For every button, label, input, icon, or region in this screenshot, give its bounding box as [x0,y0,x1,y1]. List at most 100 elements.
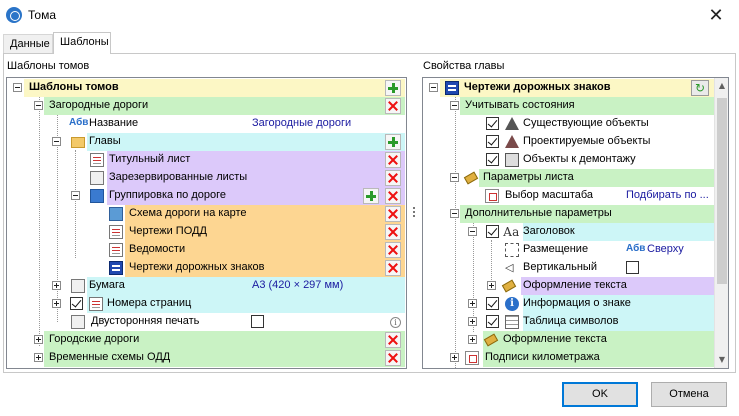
tag-icon [463,171,479,185]
expand-toggle[interactable] [487,281,496,290]
collapse-toggle[interactable] [450,101,459,110]
tree-row-sign-info[interactable]: i Информация о знаке [423,295,715,313]
delete-button[interactable] [385,188,401,204]
add-button[interactable] [363,188,379,204]
expand-toggle[interactable] [468,317,477,326]
property-value[interactable]: Загородные дороги [252,117,351,129]
delete-button[interactable] [385,98,401,114]
vertical-checkbox[interactable] [626,261,639,274]
dismantle-objects-checkbox[interactable] [486,153,499,166]
road-signs-icon [109,261,123,275]
tree-row-scale[interactable]: Выбор масштаба Подбирать по ... [423,187,715,205]
tree-row-zagorodnye[interactable]: Загородные дороги [7,97,406,115]
tree-row-title-sheet[interactable]: Титульный лист [7,151,406,169]
info-icon[interactable]: i [390,317,401,328]
projected-objects-checkbox[interactable] [486,135,499,148]
collapse-toggle[interactable] [468,227,477,236]
tree-label: Городские дороги [49,333,140,345]
tree-row-existing[interactable]: Существующие объекты [423,115,715,133]
tree-row-reserved-sheets[interactable]: Зарезервированные листы [7,169,406,187]
chapter-properties-tree[interactable]: Чертежи дорожных знаков ↻ Учитывать сост… [422,77,729,369]
delete-button[interactable] [385,152,401,168]
tree-label: Заголовок [523,225,575,237]
tree-row-root[interactable]: Шаблоны томов [7,79,406,97]
tree-row-temp-schemes[interactable]: Временные схемы ОДД [7,349,406,367]
vertical-scrollbar[interactable]: ▲ ▼ [714,78,728,368]
tree-row-sheet-params[interactable]: Параметры листа [423,169,715,187]
collapse-toggle[interactable] [429,83,438,92]
tree-row-extra-params[interactable]: Дополнительные параметры [423,205,715,223]
tree-row-consider-states[interactable]: Учитывать состояния [423,97,715,115]
tree-row-podd[interactable]: Чертежи ПОДД [7,223,406,241]
tree-row-name[interactable]: Абв Название Загородные дороги [7,115,406,133]
tree-label: Титульный лист [109,153,191,165]
add-button[interactable] [385,80,401,96]
delete-button[interactable] [385,260,401,276]
duplex-checkbox[interactable] [251,315,264,328]
tree-row-page-numbers[interactable]: Номера страниц [7,295,406,313]
sign-info-checkbox[interactable] [486,297,499,310]
delete-button[interactable] [385,170,401,186]
scroll-down-icon[interactable]: ▼ [717,353,727,367]
tree-row-heading[interactable]: Аа Заголовок [423,223,715,241]
close-button[interactable]: ✕ [693,0,739,31]
heading-checkbox[interactable] [486,225,499,238]
tree-row-paper[interactable]: Бумага А3 (420 × 297 мм) [7,277,406,295]
tree-row-chapters[interactable]: Главы [7,133,406,151]
delete-button[interactable] [385,332,401,348]
existing-objects-checkbox[interactable] [486,117,499,130]
collapse-toggle[interactable] [450,173,459,182]
collapse-toggle[interactable] [450,209,459,218]
tab-data[interactable]: Данные [3,34,53,54]
tree-row-city-roads[interactable]: Городские дороги [7,331,406,349]
tree-row-vertical[interactable]: ◁ Вертикальный [423,259,715,277]
expand-toggle[interactable] [450,353,459,362]
page-numbers-checkbox[interactable] [70,297,83,310]
collapse-toggle[interactable] [13,83,22,92]
cancel-button[interactable]: Отмена [651,382,727,407]
symbol-table-checkbox[interactable] [486,315,499,328]
collapse-toggle[interactable] [52,137,61,146]
tree-row-km-labels[interactable]: Подписи километража [423,349,715,367]
table-icon [505,315,519,329]
property-value[interactable]: Сверху [647,243,684,255]
tree-label: Оформление текста [523,279,627,291]
ok-button[interactable]: OK [562,382,638,407]
collapse-toggle[interactable] [71,191,80,200]
property-value[interactable]: Подбирать по ... [626,189,709,201]
delete-button[interactable] [385,350,401,366]
tree-row-projected[interactable]: Проектируемые объекты [423,133,715,151]
expand-toggle[interactable] [52,299,61,308]
refresh-button[interactable]: ↻ [691,80,709,96]
tree-row-text-style-2[interactable]: Оформление текста [423,331,715,349]
tree-row-root[interactable]: Чертежи дорожных знаков ↻ [423,79,715,97]
panel-splitter[interactable] [413,207,415,219]
page-number-icon [89,297,103,311]
expand-toggle[interactable] [34,353,43,362]
scroll-up-icon[interactable]: ▲ [717,79,727,93]
tree-row-duplex[interactable]: Двусторонняя печать i [7,313,406,331]
volume-templates-tree[interactable]: Шаблоны томов Загородные дороги Абв Назв… [6,77,407,369]
delete-button[interactable] [385,242,401,258]
tree-row-road-map[interactable]: Схема дороги на карте [7,205,406,223]
expand-toggle[interactable] [468,335,477,344]
expand-toggle[interactable] [468,299,477,308]
tree-row-statements[interactable]: Ведомости [7,241,406,259]
property-value[interactable]: А3 (420 × 297 мм) [252,279,343,291]
collapse-toggle[interactable] [34,101,43,110]
statements-icon [109,243,123,257]
tree-row-symbol-table[interactable]: Таблица символов [423,313,715,331]
scroll-thumb[interactable] [717,98,727,284]
add-button[interactable] [385,134,401,150]
delete-button[interactable] [385,206,401,222]
delete-button[interactable] [385,224,401,240]
tree-row-grouping[interactable]: Группировка по дороге [7,187,406,205]
tree-row-placement[interactable]: Размещение Абв Сверху [423,241,715,259]
expand-toggle[interactable] [52,281,61,290]
expand-toggle[interactable] [34,335,43,344]
scale-icon [485,189,499,203]
tree-row-text-style-1[interactable]: Оформление текста [423,277,715,295]
tree-row-dismantle[interactable]: Объекты к демонтажу [423,151,715,169]
tree-row-road-signs[interactable]: Чертежи дорожных знаков [7,259,406,277]
tab-templates[interactable]: Шаблоны [53,32,111,54]
